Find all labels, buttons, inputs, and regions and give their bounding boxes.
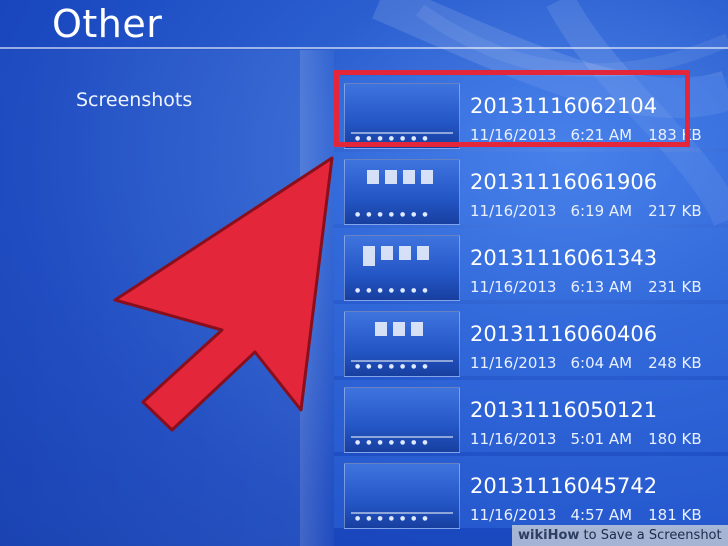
watermark-text: to Save a Screenshot: [583, 528, 722, 543]
watermark-brand: wikiHow: [518, 528, 580, 543]
watermark: wikiHow to Save a Screenshot: [512, 525, 728, 546]
pointer-arrow-icon: [113, 156, 334, 432]
